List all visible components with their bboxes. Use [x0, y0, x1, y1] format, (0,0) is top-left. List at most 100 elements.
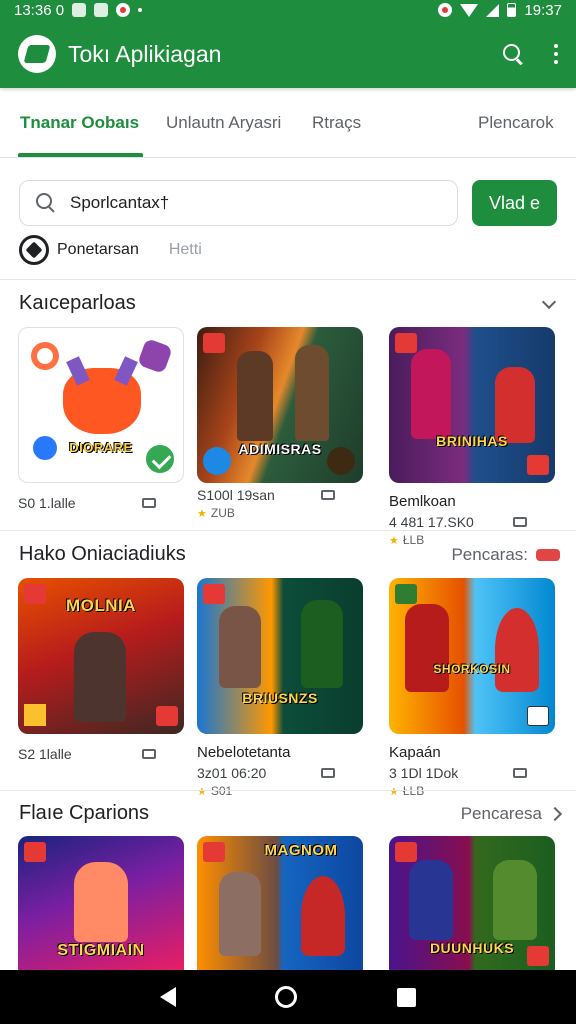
- active-tab-indicator: [18, 153, 143, 157]
- app-bar: Tokı Aplikiagan: [0, 20, 576, 88]
- section-more-link[interactable]: Pencaresa: [461, 804, 563, 824]
- tab-unlautn-aryasri[interactable]: Unlautn Aryasri: [166, 88, 281, 158]
- app-card[interactable]: DUUNHUKS: [389, 836, 555, 970]
- section-title: Kaıceparloas: [19, 292, 136, 314]
- search-field-icon: [36, 193, 56, 213]
- star-icon: ★: [197, 785, 207, 798]
- filter-row[interactable]: Ponetarsan Hetti: [19, 235, 202, 265]
- signal-icon: [486, 3, 500, 17]
- star-icon: ★: [197, 507, 207, 520]
- app-name: Nebelotetanta: [197, 744, 291, 761]
- art-title: ADIMISRAS: [238, 441, 322, 457]
- wifi-icon: [460, 3, 479, 17]
- art-title: BRINIHAS: [436, 433, 508, 449]
- search-input[interactable]: [70, 193, 430, 213]
- system-nav-bar: [0, 970, 576, 1024]
- age-rating-badge-icon: [527, 946, 549, 966]
- search-box[interactable]: [19, 180, 458, 226]
- filter-icon: [19, 235, 49, 265]
- more-pill-icon: [536, 549, 560, 561]
- app-card[interactable]: BRINIHAS Bemlkoan 4 481 17.SK0 ★ ŁLB: [389, 327, 555, 547]
- app-rating: ŁLB: [402, 533, 425, 547]
- app-rating: ZUB: [210, 506, 235, 520]
- download-icon[interactable]: [513, 768, 527, 778]
- status-bar: 13:36 0 19:37: [0, 0, 576, 20]
- more-notifications-icon: [138, 8, 143, 12]
- section-title: Hako Oniaciadiuks: [19, 543, 186, 565]
- art-title: STIGMIAIN: [57, 942, 145, 959]
- app-card[interactable]: STIGMIAIN: [18, 836, 184, 970]
- app-meta: 3z01 06:20: [197, 765, 267, 781]
- tab-rtracs[interactable]: Rtraçs: [312, 88, 361, 158]
- app-artwork: BRIUSNZS: [197, 578, 363, 734]
- app-name: Bemlkoan: [389, 493, 456, 510]
- download-icon[interactable]: [142, 749, 156, 759]
- age-rating-badge-icon: [527, 455, 549, 475]
- app-artwork: STIGMIAIN: [18, 836, 184, 970]
- app-title: Tokı Aplikiagan: [68, 40, 222, 67]
- app-name: Kapaán: [389, 744, 441, 761]
- download-icon[interactable]: [321, 768, 335, 778]
- app-meta: S2 1lalle: [18, 746, 72, 762]
- section-more-label[interactable]: Pencaras:: [451, 545, 528, 565]
- download-icon[interactable]: [142, 498, 156, 508]
- art-title: MAGNOM: [264, 842, 338, 859]
- divider: [0, 279, 576, 280]
- more-vert-icon[interactable]: [554, 44, 558, 64]
- age-rating-badge-icon: [527, 706, 549, 726]
- app-artwork: DIORARE: [18, 327, 184, 483]
- search-icon[interactable]: [502, 43, 524, 65]
- home-icon[interactable]: [275, 986, 298, 1008]
- app-rating: ŁLB: [402, 784, 425, 798]
- app-card[interactable]: ADIMISRAS S100l 19san ★ ZUB: [197, 327, 363, 520]
- check-badge-icon: [143, 442, 177, 476]
- app-card[interactable]: SHORKOSIN Kapaán 3 1Dl 1Dok ★ ŁLB: [389, 578, 555, 798]
- notification-icon: [72, 3, 87, 17]
- recent-apps-icon[interactable]: [397, 987, 417, 1007]
- brand-badge-icon: [395, 842, 417, 862]
- app-card[interactable]: MAGNOM: [197, 836, 363, 970]
- brand-badge-icon: [395, 584, 417, 604]
- chevron-right-icon: [547, 806, 563, 822]
- art-title: BRIUSNZS: [242, 690, 318, 706]
- app-card[interactable]: BRIUSNZS Nebelotetanta 3z01 06:20 ★ S01: [197, 578, 363, 798]
- brand-badge-icon: [203, 842, 225, 862]
- download-icon[interactable]: [321, 490, 335, 500]
- divider: [0, 530, 576, 531]
- app-meta: S0 1.lalle: [18, 495, 76, 511]
- download-icon[interactable]: [513, 517, 527, 527]
- star-icon: ★: [389, 785, 399, 798]
- age-rating-badge-icon: [156, 706, 178, 726]
- chevron-down-icon[interactable]: [541, 294, 557, 310]
- status-clock: 19:37: [524, 1, 562, 19]
- brand-badge-icon: [203, 333, 225, 353]
- record-icon: [116, 3, 131, 17]
- app-notification-icon: [94, 3, 109, 17]
- brand-badge-icon: [24, 842, 46, 862]
- app-artwork: ADIMISRAS: [197, 327, 363, 483]
- section-title: Flaıe Cparions: [19, 802, 150, 824]
- app-artwork: MOLNIA: [18, 578, 184, 734]
- app-card[interactable]: DIORARE S0 1.lalle: [18, 327, 184, 511]
- search-button[interactable]: Vlad e: [472, 180, 557, 226]
- brand-badge-icon: [395, 333, 417, 353]
- back-icon[interactable]: [159, 987, 176, 1007]
- divider: [0, 790, 576, 791]
- filter-label[interactable]: Ponetarsan: [57, 241, 139, 259]
- tab-tnanar-oobais[interactable]: Tnanar Oobaıs: [20, 88, 139, 158]
- battery-icon: [507, 3, 517, 17]
- app-logo-icon: [18, 35, 56, 73]
- art-title: MOLNIA: [65, 596, 137, 615]
- app-rating: S01: [210, 784, 233, 798]
- star-icon: ★: [389, 534, 399, 547]
- filter-sub-label[interactable]: Hetti: [169, 241, 202, 259]
- app-meta: 4 481 17.SK0: [389, 514, 474, 530]
- app-artwork: BRINIHAS: [389, 327, 555, 483]
- section-more-label[interactable]: Pencaresa: [461, 804, 542, 824]
- brand-badge-icon: [203, 584, 225, 604]
- tab-plencarok[interactable]: Plencarok: [478, 88, 554, 158]
- app-artwork: MAGNOM: [197, 836, 363, 970]
- app-artwork: DUUNHUKS: [389, 836, 555, 970]
- section-more-link[interactable]: Pencaras:: [451, 545, 560, 565]
- app-card[interactable]: MOLNIA S2 1lalle: [18, 578, 184, 762]
